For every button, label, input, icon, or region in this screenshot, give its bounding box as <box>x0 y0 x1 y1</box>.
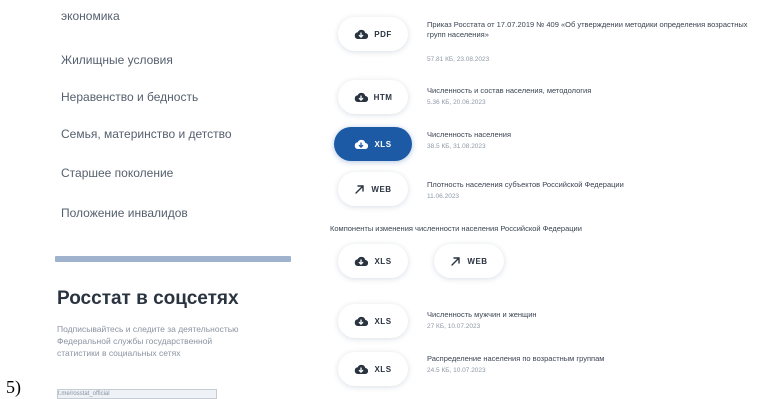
social-link[interactable]: t.me/rosstat_official <box>57 389 217 399</box>
file-title: Распределение населения по возрастным гр… <box>427 354 605 363</box>
sidebar-divider <box>55 256 291 262</box>
section-label: Компоненты изменения численности населен… <box>330 224 582 233</box>
sidebar-item-housing[interactable]: Жилищные условия <box>61 53 173 67</box>
sidebar-item-economy[interactable]: экономика <box>61 9 120 23</box>
cloud-download-icon <box>354 364 369 375</box>
file-meta: 5.36 КБ, 20.06.2023 <box>427 99 486 106</box>
file-meta: 24.5 КБ, 10.07.2023 <box>427 367 486 374</box>
file-title: Плотность населения субъектов Российской… <box>427 180 624 189</box>
cloud-download-icon <box>354 92 368 103</box>
social-section-text: Подписывайтесь и следите за деятельность… <box>57 324 239 358</box>
file-format-label: XLS <box>374 139 392 149</box>
file-title: Численность населения <box>427 130 512 139</box>
file-format-label: PDF <box>374 29 392 39</box>
open-web-button[interactable]: WEB <box>338 172 408 206</box>
file-format-label: WEB <box>467 256 488 266</box>
list-marker: 5) <box>6 377 21 397</box>
sidebar-item-family[interactable]: Семья, материнство и детство <box>61 127 232 141</box>
external-link-arrow-icon <box>354 184 365 195</box>
file-format-label: XLS <box>374 256 392 266</box>
file-format-label: HTM <box>373 92 393 102</box>
cloud-download-icon <box>354 139 369 150</box>
file-title: Приказ Росстата от 17.07.2019 № 409 «Об … <box>427 20 748 39</box>
files-list: PDF Приказ Росстата от 17.07.2019 № 409 … <box>330 0 762 399</box>
file-meta: 27 КБ, 10.07.2023 <box>427 323 481 330</box>
file-format-label: XLS <box>374 316 392 326</box>
file-meta: 11.06.2023 <box>427 193 460 200</box>
external-link-arrow-icon <box>450 256 461 267</box>
sidebar: экономика Жилищные условия Неравенство и… <box>55 0 295 399</box>
download-pdf-button[interactable]: PDF <box>338 17 408 51</box>
file-meta: 57.81 КБ, 23.08.2023 <box>427 56 490 63</box>
open-web-button[interactable]: WEB <box>434 244 504 278</box>
download-htm-button[interactable]: HTM <box>338 80 408 114</box>
file-title: Численность мужчин и женщин <box>427 310 537 319</box>
download-xls-button[interactable]: XLS <box>338 352 408 386</box>
file-title: Численность и состав населения, методоло… <box>427 86 592 95</box>
cloud-download-icon <box>354 256 369 267</box>
file-format-label: WEB <box>371 184 392 194</box>
file-format-label: XLS <box>374 364 392 374</box>
sidebar-item-disabled[interactable]: Положение инвалидов <box>61 206 188 220</box>
download-xls-button[interactable]: XLS <box>338 244 408 278</box>
file-meta: 38.5 КБ, 31.08.2023 <box>427 143 486 150</box>
cloud-download-icon <box>354 29 369 40</box>
download-xls-button[interactable]: XLS <box>334 127 412 161</box>
social-section-title: Росстат в соцсетях <box>57 288 239 309</box>
sidebar-item-elderly[interactable]: Старшее поколение <box>61 166 173 180</box>
cloud-download-icon <box>354 316 369 327</box>
sidebar-item-inequality[interactable]: Неравенство и бедность <box>61 90 198 104</box>
download-xls-button[interactable]: XLS <box>338 304 408 338</box>
